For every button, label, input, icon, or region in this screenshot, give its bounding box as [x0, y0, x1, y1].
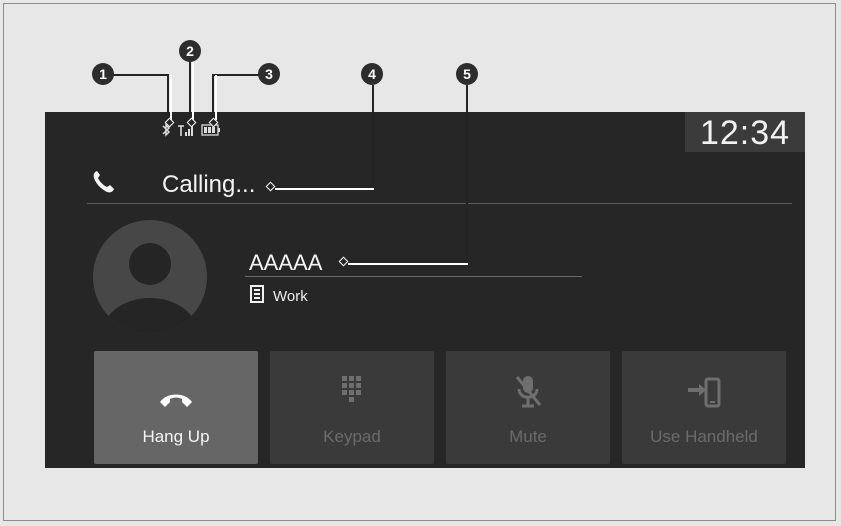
header-divider — [87, 203, 792, 204]
contact-type-row: Work — [249, 285, 308, 307]
hang-up-button[interactable]: Hang Up — [94, 351, 258, 464]
keypad-icon — [341, 351, 363, 409]
callout-5: 5 — [456, 63, 478, 85]
callout-1: 1 — [92, 63, 114, 85]
callout-1-leader-highlight — [170, 75, 172, 120]
phone-icon — [91, 169, 117, 200]
callout-1-leader-top — [112, 74, 168, 76]
callout-5-leader-highlight — [348, 263, 468, 265]
contact-avatar — [93, 220, 207, 334]
callout-2: 2 — [179, 40, 201, 62]
callout-5-leader-horizontal — [347, 260, 468, 262]
clock: 12:34 — [685, 112, 805, 152]
callout-3-leader-highlight — [215, 75, 217, 120]
callout-4-leader-vertical — [372, 85, 374, 186]
callout-2-leader-highlight — [192, 52, 194, 120]
callout-4-leader-highlight — [275, 188, 374, 190]
call-status-text: Calling... — [162, 171, 256, 198]
keypad-button[interactable]: Keypad — [270, 351, 434, 464]
call-action-buttons: Hang Up Keypad Mute Use Handheld — [94, 351, 788, 464]
callout-3-leader-vertical — [212, 74, 214, 120]
mute-icon — [513, 351, 543, 409]
contact-type-label: Work — [273, 287, 308, 305]
person-icon — [103, 243, 197, 334]
callout-2-leader — [189, 52, 191, 120]
mute-button[interactable]: Mute — [446, 351, 610, 464]
call-status-row — [91, 164, 117, 204]
call-screen: 12:34 Calling... AAAAA Work Hang Up Keyp… — [45, 112, 805, 468]
use-handheld-icon — [686, 351, 722, 409]
contact-name: AAAAA — [249, 250, 323, 275]
building-icon — [249, 285, 265, 307]
hang-up-icon — [157, 351, 195, 409]
callout-3: 3 — [258, 63, 280, 85]
contact-divider — [245, 276, 582, 277]
callout-4-leader-horizontal — [274, 185, 374, 187]
callout-1-leader-vertical — [167, 74, 169, 120]
callout-4: 4 — [361, 63, 383, 85]
use-handheld-button[interactable]: Use Handheld — [622, 351, 786, 464]
callout-5-leader-vertical — [466, 85, 468, 262]
